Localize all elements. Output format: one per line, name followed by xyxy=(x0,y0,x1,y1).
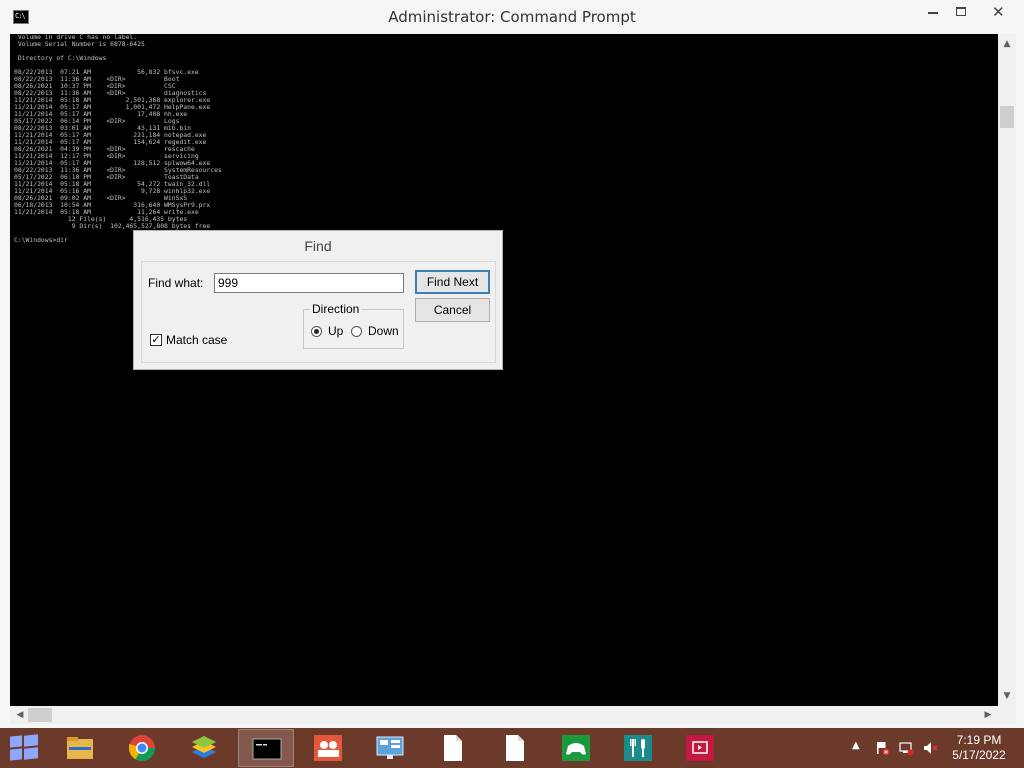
scroll-down-icon[interactable]: ▼ xyxy=(998,688,1016,704)
direction-down-label[interactable]: Down xyxy=(368,324,399,338)
taskbar-people[interactable] xyxy=(300,729,356,767)
clock-date: 5/17/2022 xyxy=(952,748,1006,762)
scroll-up-icon[interactable]: ▲ xyxy=(998,36,1016,52)
show-hidden-icons-icon[interactable]: ▲ xyxy=(852,740,860,751)
taskbar-video[interactable] xyxy=(672,729,728,767)
food-drink-icon xyxy=(624,735,652,761)
dialog-title: Find xyxy=(304,238,332,254)
horizontal-scroll-thumb[interactable] xyxy=(28,708,52,722)
taskbar-file-explorer[interactable] xyxy=(52,729,108,767)
document-icon xyxy=(506,735,524,761)
taskbar-food-drink[interactable] xyxy=(610,729,666,767)
volume-muted-icon[interactable] xyxy=(922,740,938,756)
title-bar[interactable]: C:\ Administrator: Command Prompt ✕ xyxy=(0,0,1024,34)
taskbar-bluestacks[interactable] xyxy=(176,729,232,767)
taskbar-control-panel[interactable] xyxy=(362,729,418,767)
people-icon xyxy=(314,735,342,761)
match-case-label[interactable]: Match case xyxy=(166,333,227,347)
video-icon xyxy=(686,735,714,761)
taskbar: ▲ 7:19 PM 5/17/2022 xyxy=(0,728,1024,768)
find-what-label: Find what: xyxy=(148,276,204,290)
console-output[interactable]: Volume in drive C has no label. Volume S… xyxy=(10,34,998,706)
windows-logo-pane xyxy=(10,748,22,761)
cancel-button[interactable]: Cancel xyxy=(415,298,490,322)
scroll-left-icon[interactable]: ◀ xyxy=(12,706,28,724)
direction-up-label[interactable]: Up xyxy=(328,324,343,338)
system-clock[interactable]: 7:19 PM 5/17/2022 xyxy=(948,733,1010,763)
maximize-icon xyxy=(956,7,966,16)
bluestacks-icon xyxy=(192,736,216,758)
windows-logo-pane xyxy=(24,747,38,760)
maximize-button[interactable] xyxy=(946,0,976,24)
size-grip[interactable] xyxy=(998,706,1016,724)
windows-logo-pane xyxy=(24,734,38,747)
windows-logo-icon xyxy=(10,735,22,748)
action-center-flag-icon[interactable] xyxy=(874,740,890,756)
direction-group: Direction Up Down xyxy=(303,302,404,349)
control-panel-icon xyxy=(376,736,404,759)
direction-up-radio[interactable] xyxy=(311,326,322,337)
vertical-scrollbar[interactable]: ▲ ▼ xyxy=(998,34,1016,706)
taskbar-command-prompt[interactable] xyxy=(238,729,294,767)
find-dialog: Find Find what: 999 Find Next Cancel Dir… xyxy=(133,230,503,370)
start-button[interactable] xyxy=(10,734,38,762)
minimize-button[interactable] xyxy=(918,0,948,24)
horizontal-scrollbar[interactable]: ◀ ▶ xyxy=(10,706,998,724)
xbox-games-icon xyxy=(562,735,590,761)
close-icon: ✕ xyxy=(992,3,1005,21)
command-prompt-icon xyxy=(252,738,282,760)
match-case-checkbox[interactable]: ✓ xyxy=(150,334,162,346)
close-button[interactable]: ✕ xyxy=(980,0,1018,24)
direction-down-radio[interactable] xyxy=(351,326,362,337)
console-text: Volume in drive C has no label. Volume S… xyxy=(14,34,222,244)
window-title: Administrator: Command Prompt xyxy=(388,8,636,26)
taskbar-xbox-games[interactable] xyxy=(548,729,604,767)
taskbar-document-2[interactable] xyxy=(486,729,542,767)
clock-time: 7:19 PM xyxy=(956,733,1002,747)
network-icon[interactable] xyxy=(898,740,914,756)
document-icon xyxy=(444,735,462,761)
taskbar-chrome[interactable] xyxy=(114,729,170,767)
scroll-right-icon[interactable]: ▶ xyxy=(980,706,996,724)
minimize-icon xyxy=(928,12,938,14)
dialog-body: Find what: 999 Find Next Cancel Directio… xyxy=(141,261,496,363)
taskbar-document-1[interactable] xyxy=(424,729,480,767)
chrome-icon xyxy=(128,735,156,762)
find-next-button[interactable]: Find Next xyxy=(415,270,490,294)
file-explorer-icon xyxy=(67,737,93,759)
direction-label: Direction xyxy=(310,302,362,316)
find-what-input[interactable]: 999 xyxy=(214,273,404,293)
vertical-scroll-thumb[interactable] xyxy=(1000,106,1014,128)
